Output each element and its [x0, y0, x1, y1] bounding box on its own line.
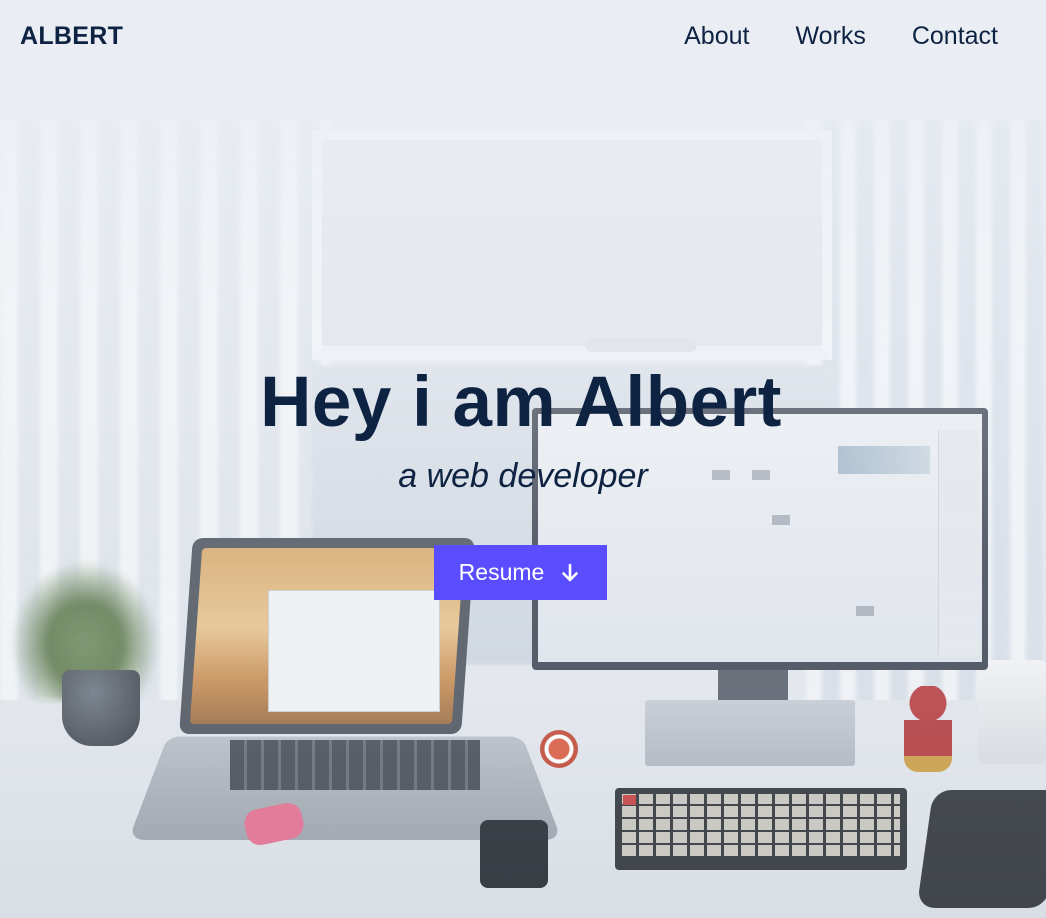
resume-button[interactable]: Resume	[434, 545, 607, 600]
hero-section: Hey i am Albert a web developer	[0, 362, 1046, 496]
resume-button-label: Resume	[458, 559, 545, 585]
hero-title: Hey i am Albert	[260, 363, 782, 442]
nav-link-contact[interactable]: Contact	[912, 22, 998, 51]
arrow-down-icon	[562, 563, 579, 581]
hero-subtitle: a web developer	[398, 457, 648, 495]
nav-link-about[interactable]: About	[684, 22, 749, 51]
brand-logo[interactable]: ALBERT	[20, 22, 123, 51]
nav-link-works[interactable]: Works	[795, 22, 865, 51]
top-navigation: ALBERT About Works Contact	[0, 0, 1046, 76]
nav-links: About Works Contact	[684, 22, 998, 51]
